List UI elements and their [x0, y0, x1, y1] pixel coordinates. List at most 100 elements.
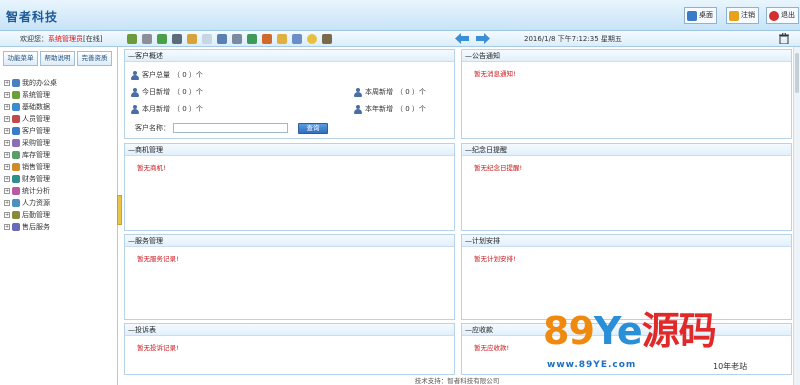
- sidebar-item-hr[interactable]: + 人力资源: [4, 197, 116, 209]
- panel-header: —计划安排: [462, 235, 791, 247]
- expand-icon[interactable]: +: [4, 152, 10, 158]
- watermark-ye: Ye: [593, 309, 643, 353]
- expand-icon[interactable]: +: [4, 92, 10, 98]
- sidebar-item-purchase[interactable]: + 采购管理: [4, 137, 116, 149]
- notes-icon[interactable]: [292, 34, 302, 44]
- empty-message: 暂无计划安排!: [474, 255, 516, 263]
- watermark-num: 89: [543, 309, 595, 353]
- sidebar-item-inventory[interactable]: + 库存管理: [4, 149, 116, 161]
- expand-icon[interactable]: +: [4, 116, 10, 122]
- calendar-icon[interactable]: [217, 34, 227, 44]
- back-arrow-icon[interactable]: [455, 33, 469, 44]
- sidebar-item-statistics[interactable]: + 统计分析: [4, 185, 116, 197]
- settings-icon[interactable]: [142, 34, 152, 44]
- panel-title: 计划安排: [472, 237, 500, 245]
- mail-icon[interactable]: [202, 34, 212, 44]
- watermark-cn: 源码: [641, 309, 717, 353]
- scrollbar-thumb[interactable]: [795, 53, 799, 93]
- home-icon[interactable]: [262, 34, 272, 44]
- expand-icon[interactable]: +: [4, 80, 10, 86]
- inventory-icon: [12, 151, 20, 159]
- sidebar-item-label: 我的办公桌: [22, 79, 57, 87]
- stat-value: （ 0 ）个: [173, 105, 203, 113]
- message-icon[interactable]: [127, 34, 137, 44]
- purchase-icon: [12, 139, 20, 147]
- sidebar-item-sales[interactable]: + 销售管理: [4, 161, 116, 173]
- exit-button[interactable]: 退出: [766, 7, 799, 24]
- sidebar-item-base-data[interactable]: + 基础数据: [4, 101, 116, 113]
- sidebar-item-label: 库存管理: [22, 151, 50, 159]
- person-icon: [354, 104, 362, 114]
- sidebar-item-desk[interactable]: + 我的办公桌: [4, 77, 116, 89]
- stat-label: 本年新增: [365, 105, 393, 113]
- sidebar-tabs: 功能菜单 帮助说明 完善资质: [3, 51, 112, 66]
- panel-title: 商机管理: [135, 146, 163, 154]
- watermark: 89Ye源码 www.89YE.com 10年老站: [543, 310, 793, 385]
- contacts-icon[interactable]: [232, 34, 242, 44]
- folder-icon[interactable]: [277, 34, 287, 44]
- sidebar-item-label: 采购管理: [22, 139, 50, 147]
- chart-icon[interactable]: [247, 34, 257, 44]
- expand-icon[interactable]: +: [4, 164, 10, 170]
- expand-icon[interactable]: +: [4, 212, 10, 218]
- app-header: 智者科技 桌面 注销 退出: [0, 0, 800, 31]
- desktop-button-label: 桌面: [699, 11, 713, 19]
- customer-overview-panel: —客户概述 客户总量 （ 0 ）个 今日新增 （ 0 ）个 本周新增 （ 0 ）…: [124, 49, 455, 139]
- stat-value: （ 0 ）个: [396, 105, 426, 113]
- expand-icon[interactable]: +: [4, 128, 10, 134]
- sidebar-item-system[interactable]: + 系统管理: [4, 89, 116, 101]
- empty-message: 暂无投诉记录!: [137, 344, 179, 352]
- expand-icon[interactable]: +: [4, 104, 10, 110]
- stat-month: 本月新增 （ 0 ）个: [131, 104, 203, 114]
- forward-arrow-icon[interactable]: [476, 33, 490, 44]
- after-sales-icon: [12, 223, 20, 231]
- sales-icon: [12, 163, 20, 171]
- complaint-panel: —投诉表 暂无投诉记录!: [124, 323, 455, 375]
- left-sidebar: 功能菜单 帮助说明 完善资质 + 我的办公桌 + 系统管理 + 基础数据 + 人员管理 …: [0, 47, 118, 385]
- empty-message: 暂无纪念日提醒!: [474, 164, 523, 172]
- stat-total: 客户总量 （ 0 ）个: [131, 70, 203, 80]
- business-panel: —商机管理 暂无商机!: [124, 143, 455, 231]
- person-icon: [131, 70, 139, 80]
- person-icon: [131, 87, 139, 97]
- sidebar-item-logistics[interactable]: + 后勤管理: [4, 209, 116, 221]
- help-icon[interactable]: [307, 34, 317, 44]
- customer-name-input[interactable]: [173, 123, 288, 133]
- desktop-button[interactable]: 桌面: [684, 7, 717, 24]
- panel-title: 投诉表: [135, 326, 156, 334]
- archive-icon[interactable]: [322, 34, 332, 44]
- tag-icon[interactable]: [187, 34, 197, 44]
- sidebar-item-staff[interactable]: + 人员管理: [4, 113, 116, 125]
- expand-icon[interactable]: +: [4, 140, 10, 146]
- exit-button-label: 退出: [781, 11, 795, 19]
- trash-icon[interactable]: [779, 33, 789, 44]
- panel-header: —商机管理: [125, 144, 454, 156]
- logout-button[interactable]: 注销: [726, 7, 759, 24]
- search-label: 客户名称：: [135, 124, 170, 132]
- empty-message: 暂无服务记录!: [137, 255, 179, 263]
- expand-icon[interactable]: +: [4, 188, 10, 194]
- toolbar: 欢迎您：系统管理员[在线] 2016/1/8 下午7:12:35 星期五: [0, 31, 800, 47]
- stat-value: （ 0 ）个: [173, 71, 203, 79]
- sidebar-item-label: 统计分析: [22, 187, 50, 195]
- sidebar-item-after-sales[interactable]: + 售后服务: [4, 221, 116, 233]
- panel-title: 服务管理: [135, 237, 163, 245]
- sidebar-item-finance[interactable]: + 财务管理: [4, 173, 116, 185]
- vertical-scrollbar[interactable]: [793, 47, 800, 385]
- panel-title: 公告通知: [472, 52, 500, 60]
- tab-qualification[interactable]: 完善资质: [77, 51, 112, 66]
- query-button[interactable]: 查询: [298, 123, 328, 134]
- expand-icon[interactable]: +: [4, 224, 10, 230]
- expand-icon[interactable]: +: [4, 200, 10, 206]
- refresh-icon[interactable]: [157, 34, 167, 44]
- print-icon[interactable]: [172, 34, 182, 44]
- finance-icon: [12, 175, 20, 183]
- tab-function-menu[interactable]: 功能菜单: [3, 51, 38, 66]
- panel-header: —投诉表: [125, 324, 454, 336]
- expand-icon[interactable]: +: [4, 176, 10, 182]
- sidebar-collapse-handle[interactable]: [117, 195, 122, 225]
- sidebar-item-customer[interactable]: + 客户管理: [4, 125, 116, 137]
- stat-label: 客户总量: [142, 71, 170, 79]
- panel-header: —客户概述: [125, 50, 454, 62]
- tab-help[interactable]: 帮助说明: [40, 51, 75, 66]
